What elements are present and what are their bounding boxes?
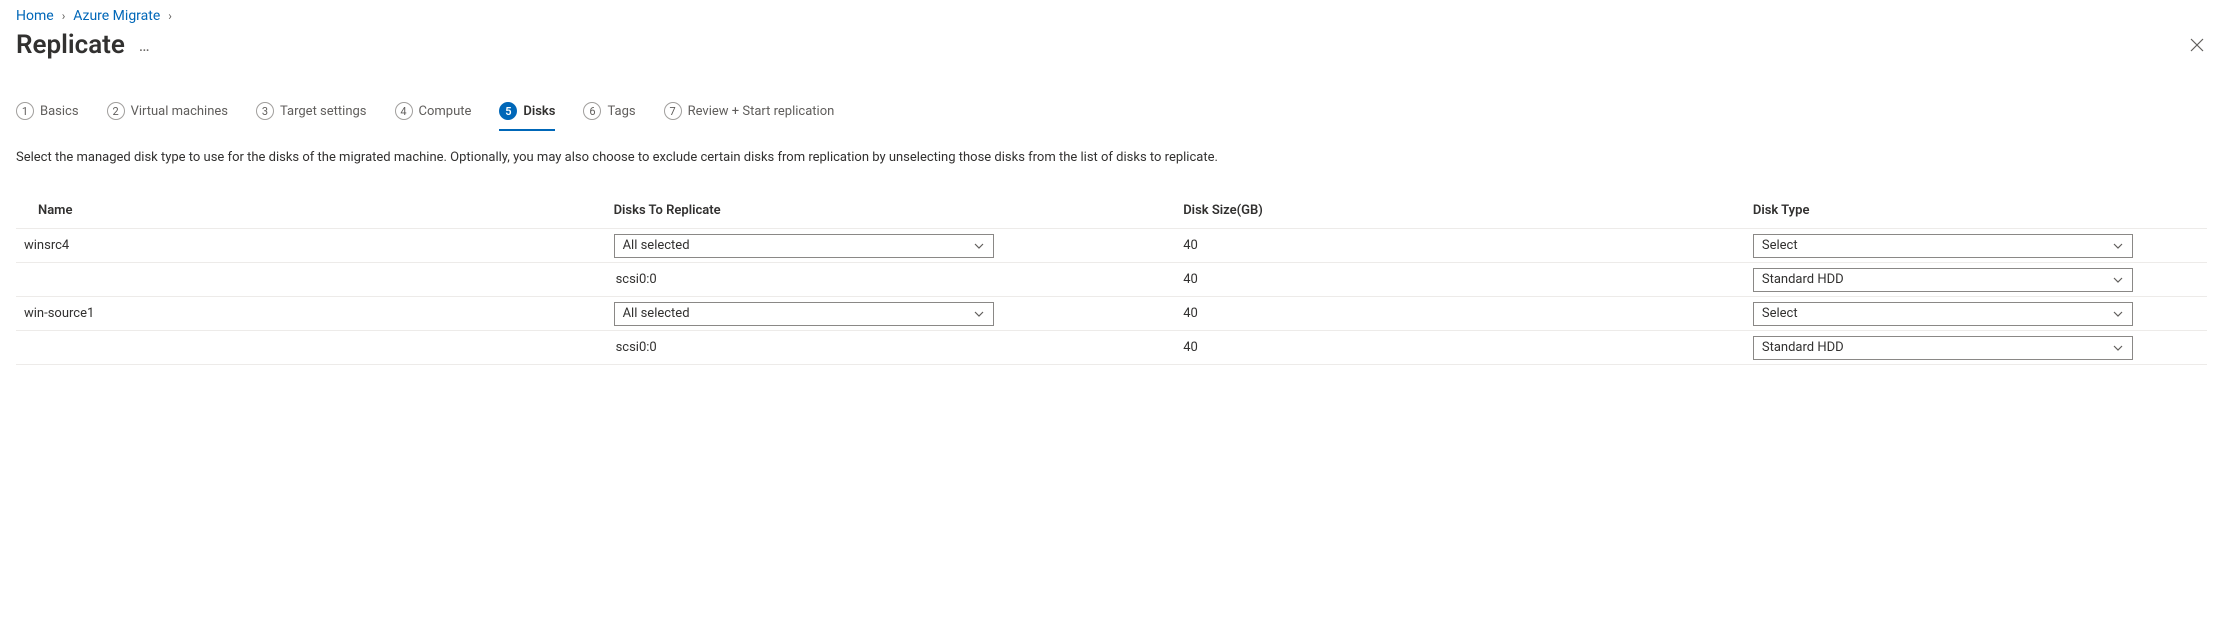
- cell-empty: [16, 263, 608, 297]
- chevron-down-icon: [2112, 342, 2124, 354]
- close-icon: [2190, 38, 2204, 52]
- tab-basics[interactable]: 1 Basics: [16, 102, 79, 130]
- cell-disk-size: 40: [1177, 297, 1747, 331]
- breadcrumb-link-home[interactable]: Home: [16, 8, 54, 24]
- step-number: 1: [16, 102, 34, 120]
- more-actions-icon[interactable]: …: [139, 36, 151, 55]
- chevron-down-icon: [2112, 240, 2124, 252]
- chevron-right-icon: ›: [62, 9, 66, 23]
- cell-disk-size: 40: [1177, 229, 1747, 263]
- page-title: Replicate: [16, 30, 125, 60]
- select-value: All selected: [623, 306, 690, 321]
- tab-label: Target settings: [280, 104, 367, 119]
- col-header-size: Disk Size(GB): [1177, 193, 1747, 229]
- col-header-name: Name: [16, 193, 608, 229]
- table-row: win-source1 All selected 40 Select: [16, 297, 2207, 331]
- disks-table: Name Disks To Replicate Disk Size(GB) Di…: [16, 193, 2207, 365]
- tab-label: Virtual machines: [131, 104, 228, 119]
- select-value: Select: [1762, 306, 1798, 321]
- tab-label: Basics: [40, 104, 79, 119]
- tab-label: Disks: [523, 104, 555, 119]
- tab-disks[interactable]: 5 Disks: [499, 102, 555, 130]
- select-value: Select: [1762, 238, 1798, 253]
- tab-label: Tags: [607, 104, 635, 119]
- breadcrumb-link-azure-migrate[interactable]: Azure Migrate: [73, 8, 160, 24]
- chevron-down-icon: [2112, 274, 2124, 286]
- table-row: winsrc4 All selected 40 Select: [16, 229, 2207, 263]
- disk-type-select[interactable]: Standard HDD: [1753, 336, 2133, 360]
- select-value: Standard HDD: [1762, 340, 1844, 355]
- table-row: scsi0:0 40 Standard HDD: [16, 331, 2207, 365]
- chevron-down-icon: [973, 240, 985, 252]
- cell-empty: [16, 331, 608, 365]
- table-row: scsi0:0 40 Standard HDD: [16, 263, 2207, 297]
- title-bar: Replicate …: [16, 30, 2207, 60]
- tab-review[interactable]: 7 Review + Start replication: [664, 102, 835, 130]
- select-value: All selected: [623, 238, 690, 253]
- tab-tags[interactable]: 6 Tags: [583, 102, 635, 130]
- tab-label: Review + Start replication: [688, 104, 835, 119]
- disk-type-select[interactable]: Standard HDD: [1753, 268, 2133, 292]
- tab-virtual-machines[interactable]: 2 Virtual machines: [107, 102, 228, 130]
- breadcrumb: Home › Azure Migrate ›: [16, 8, 2207, 24]
- disks-to-replicate-select[interactable]: All selected: [614, 302, 994, 326]
- tab-label: Compute: [419, 104, 472, 119]
- step-number: 7: [664, 102, 682, 120]
- step-number: 4: [395, 102, 413, 120]
- tab-target-settings[interactable]: 3 Target settings: [256, 102, 367, 130]
- cell-disk-id: scsi0:0: [608, 263, 1178, 297]
- cell-disk-size: 40: [1177, 331, 1747, 365]
- cell-vm-name: win-source1: [16, 297, 608, 331]
- section-description: Select the managed disk type to use for …: [16, 150, 2207, 165]
- step-number: 2: [107, 102, 125, 120]
- chevron-right-icon: ›: [168, 9, 172, 23]
- disks-to-replicate-select[interactable]: All selected: [614, 234, 994, 258]
- close-button[interactable]: [2187, 35, 2207, 55]
- col-header-disks: Disks To Replicate: [608, 193, 1178, 229]
- step-number: 5: [499, 102, 517, 120]
- cell-disk-id: scsi0:0: [608, 331, 1178, 365]
- chevron-down-icon: [973, 308, 985, 320]
- cell-disk-size: 40: [1177, 263, 1747, 297]
- step-number: 3: [256, 102, 274, 120]
- disk-type-select[interactable]: Select: [1753, 302, 2133, 326]
- wizard-tabs: 1 Basics 2 Virtual machines 3 Target set…: [16, 102, 2207, 130]
- step-number: 6: [583, 102, 601, 120]
- select-value: Standard HDD: [1762, 272, 1844, 287]
- chevron-down-icon: [2112, 308, 2124, 320]
- table-header-row: Name Disks To Replicate Disk Size(GB) Di…: [16, 193, 2207, 229]
- tab-compute[interactable]: 4 Compute: [395, 102, 472, 130]
- cell-vm-name: winsrc4: [16, 229, 608, 263]
- disk-type-select[interactable]: Select: [1753, 234, 2133, 258]
- col-header-type: Disk Type: [1747, 193, 2207, 229]
